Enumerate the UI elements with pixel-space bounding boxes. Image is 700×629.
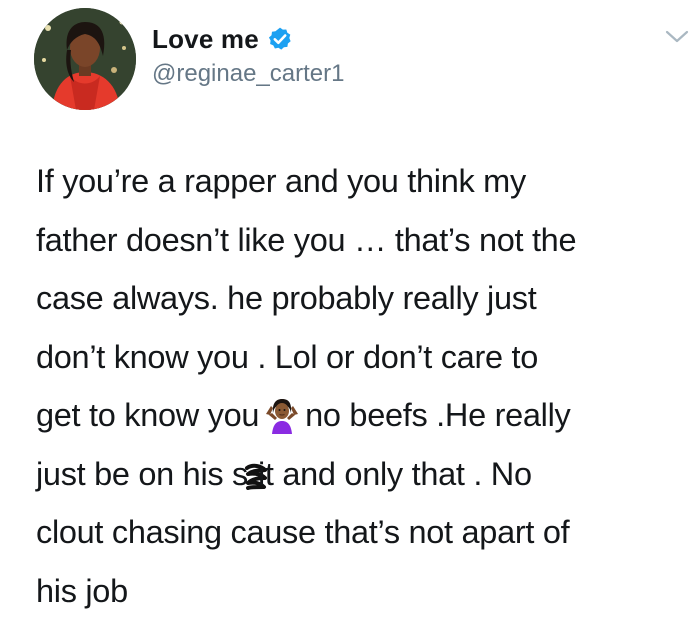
- verified-badge-icon: [267, 26, 293, 52]
- display-name[interactable]: Love me: [152, 24, 259, 55]
- tweet-text-segment: get to know you: [36, 397, 260, 433]
- chevron-down-icon[interactable]: [664, 28, 690, 46]
- avatar[interactable]: [34, 8, 136, 110]
- tweet-text-segment: no beefs .He really: [305, 397, 571, 433]
- author-name-row: Love me: [152, 22, 293, 56]
- tweet-text-line: don’t know you . Lol or don’t care to: [36, 338, 538, 375]
- tweet-text: If you’re a rapper and you think my fath…: [36, 152, 686, 620]
- tweet-text-segment: it and only that . No: [258, 455, 532, 492]
- tweet-text-line: If you’re a rapper and you think my: [36, 163, 526, 199]
- author-handle[interactable]: @reginae_carter1: [152, 60, 344, 88]
- tweet-text-line: case always. he probably really just: [36, 280, 537, 316]
- profile-photo-icon: [34, 8, 136, 110]
- person-shrugging-emoji-icon: [263, 394, 301, 434]
- tweet-text-line: his job: [36, 572, 128, 609]
- tweet-text-line: get to know you no beefs .He really: [36, 386, 686, 445]
- tweet-text-line: just be on his s it and only that . No: [36, 445, 686, 504]
- tweet-text-line: father doesn’t like you … that’s not the: [36, 221, 577, 258]
- tweet-text-segment: just be on his s: [36, 455, 248, 492]
- tweet-card: Love me @reginae_carter1 If you’re a rap…: [0, 0, 700, 629]
- tweet-text-line: clout chasing cause that’s not apart of: [36, 514, 570, 550]
